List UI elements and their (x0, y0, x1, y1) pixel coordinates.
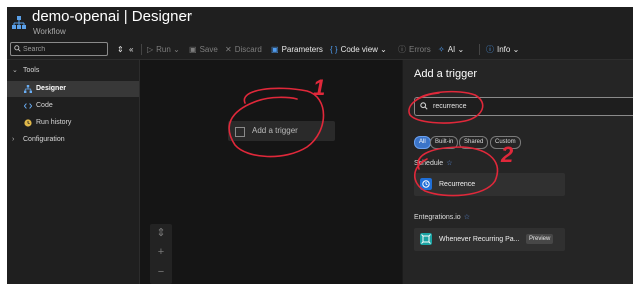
schedule-section-heading: Schedule ☆ (414, 160, 453, 167)
sidebar-item-designer[interactable]: Designer (7, 81, 139, 97)
toolbar-divider (141, 44, 142, 55)
sidebar-group-configuration[interactable]: › Configuration (7, 132, 139, 148)
app-title: demo-openai | Designer (32, 8, 192, 25)
close-icon: ✕ (225, 45, 232, 54)
trigger-search-input[interactable] (433, 98, 623, 115)
info-icon: ⓘ (486, 45, 494, 54)
errors-button[interactable]: ⓘ Errors (398, 43, 431, 56)
search-input[interactable] (23, 43, 103, 55)
info-circle-icon: ⓘ (398, 45, 406, 54)
save-button[interactable]: ▣ Save (189, 43, 218, 56)
ai-button[interactable]: ✧ AI ⌄ (438, 43, 464, 56)
app-window: demo-openai | Designer Workflow ··· ⇕ « … (7, 7, 633, 284)
parameters-button[interactable]: ▣ Parameters (271, 43, 323, 56)
collapse-icon[interactable]: ⇕ (117, 43, 124, 56)
integrations-section-heading: Entegrations.io ☆ (414, 214, 470, 221)
zoom-controls: ⇕ + − (150, 224, 172, 284)
add-trigger-panel: Add a trigger All Built-in Shared Custom… (403, 60, 633, 284)
annotation-number-1: 1 (313, 75, 326, 100)
code-view-button[interactable]: { } Code view ⌄ (330, 43, 387, 56)
double-chevron-left-icon[interactable]: « (129, 43, 133, 56)
more-options-icon[interactable]: ··· (180, 9, 194, 21)
play-icon: ▷ (147, 45, 154, 54)
toolbar: ⇕ « ▷Run ⌄ ▣Save ✕Discard ▣Parameters { … (7, 40, 633, 60)
sidebar: ⌄ Tools Designer Code Run history › Conf… (7, 60, 140, 284)
braces-icon: { } (330, 45, 338, 54)
clock-icon (420, 178, 432, 190)
preview-badge: Preview (526, 234, 554, 244)
star-icon[interactable]: ☆ (446, 160, 452, 167)
filter-all-chip[interactable]: All (414, 136, 431, 149)
add-trigger-card[interactable]: Add a trigger (228, 121, 335, 141)
header: demo-openai | Designer Workflow ··· (7, 7, 633, 40)
sidebar-item-code[interactable]: Code (7, 98, 139, 114)
zoom-out-button[interactable]: − (150, 266, 172, 278)
search-icon (14, 45, 21, 52)
parameters-icon: ▣ (271, 45, 279, 54)
app-subtitle: Workflow (33, 27, 66, 36)
run-button[interactable]: ▷ Run ⌄ (147, 43, 180, 56)
zoom-in-button[interactable]: + (150, 246, 172, 258)
logic-app-icon (12, 16, 26, 29)
whenever-recurring-trigger-card[interactable]: Whenever Recurring Pa... Preview (414, 228, 565, 251)
sidebar-group-tools[interactable]: ⌄ Tools (7, 63, 139, 79)
trigger-placeholder-icon (235, 127, 245, 137)
chevron-down-icon: ⌄ (12, 67, 18, 74)
filter-builtin-chip[interactable]: Built-in (430, 136, 459, 149)
fit-view-icon[interactable]: ⇕ (150, 226, 172, 239)
search-box[interactable] (10, 42, 108, 56)
panel-title: Add a trigger (414, 68, 477, 80)
search-icon (420, 102, 428, 110)
sidebar-item-run-history[interactable]: Run history (7, 115, 139, 131)
designer-icon (24, 85, 32, 93)
trigger-search-box[interactable] (414, 97, 633, 116)
discard-button[interactable]: ✕ Discard (225, 43, 262, 56)
recurrence-trigger-card[interactable]: Recurrence (414, 173, 565, 196)
annotation-number-2: 2 (501, 142, 514, 167)
filter-shared-chip[interactable]: Shared (459, 136, 489, 149)
designer-canvas[interactable]: Add a trigger ⇕ + − (140, 60, 402, 284)
star-icon[interactable]: ☆ (464, 214, 470, 221)
info-button[interactable]: ⓘ Info ⌄ (486, 43, 519, 56)
code-icon (24, 103, 32, 109)
save-icon: ▣ (189, 45, 197, 54)
sparkle-icon: ✧ (438, 45, 445, 54)
history-icon (24, 119, 32, 127)
toolbar-divider (479, 44, 480, 55)
integration-icon (420, 233, 432, 245)
chevron-right-icon: › (12, 136, 15, 143)
